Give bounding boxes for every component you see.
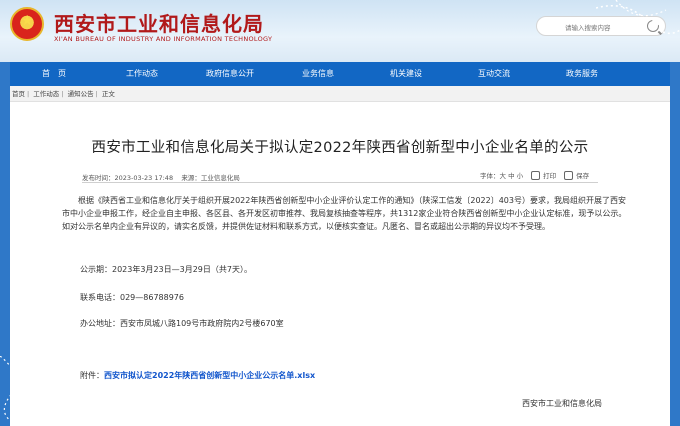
attachment-link[interactable]: 西安市拟认定2022年陕西省创新型中小企业公示名单.xlsx [104,371,315,380]
national-emblem-icon: ★ [10,7,44,41]
attachment: 附件：西安市拟认定2022年陕西省创新型中小企业公示名单.xlsx [80,370,315,381]
font-size-small[interactable]: 小 [517,172,524,180]
decorative-swirl-icon [596,0,680,35]
article-panel: 西安市工业和信息化局关于拟认定2022年陕西省创新型中小企业名单的公示 发布时间… [10,102,670,426]
nav-item-gov-info[interactable]: 政府信息公开 [186,62,274,86]
nav-item-work-news[interactable]: 工作动态 [98,62,186,86]
breadcrumb-work-news[interactable]: 工作动态 [33,90,59,98]
nav-item-services[interactable]: 政务服务 [538,62,626,86]
save-icon [564,170,574,180]
notice-period: 公示期：2023年3月23日—3月29日（共7天）。 [80,265,252,274]
breadcrumb-current: 正文 [101,90,115,98]
save-button[interactable]: 保存 [564,170,589,180]
nav-item-interaction[interactable]: 互动交流 [450,62,538,86]
attachment-label: 附件： [80,371,104,380]
print-button[interactable]: 打印 [531,170,556,180]
article-meta: 发布时间：2023-03-23 17:48 来源：工业信息化局 [82,172,240,182]
publish-time: 发布时间：2023-03-23 17:48 [82,174,174,182]
breadcrumb-notices[interactable]: 通知公告 [68,90,94,98]
font-size-controls: 字体：大 中 小 [480,170,523,180]
divider [82,182,598,183]
article-source: 来源：工业信息化局 [181,174,240,182]
contact-phone: 联系电话：029—86788976 [80,293,184,302]
breadcrumb: 首页 | 工作动态 | 通知公告 | 正文 [10,86,670,102]
main-nav: 首 页 工作动态 政府信息公开 业务信息 机关建设 互动交流 政务服务 [10,62,670,86]
site-header: ★ 西安市工业和信息化局 XI'AN BUREAU OF INDUSTRY AN… [0,0,680,62]
breadcrumb-home[interactable]: 首页 [12,90,25,98]
site-subtitle: XI'AN BUREAU OF INDUSTRY AND INFORMATION… [54,35,273,43]
signature: 西安市工业和信息化局 [522,399,602,408]
article-tools: 字体：大 中 小 打印 保存 [480,170,589,180]
article-title: 西安市工业和信息化局关于拟认定2022年陕西省创新型中小企业名单的公示 [91,140,589,156]
font-size-label: 字体： [480,172,500,180]
nav-item-org[interactable]: 机关建设 [362,62,450,86]
print-label: 打印 [543,172,557,180]
decorative-wave-icon [0,356,21,426]
save-label: 保存 [576,172,590,180]
nav-item-business[interactable]: 业务信息 [274,62,362,86]
office-address: 办公地址：西安市凤城八路109号市政府院内2号楼670室 [80,319,284,328]
site-title: 西安市工业和信息化局 [54,12,264,36]
font-size-medium[interactable]: 中 [508,172,515,180]
nav-item-home[interactable]: 首 页 [10,62,98,86]
print-icon [531,170,541,180]
font-size-large[interactable]: 大 [500,172,507,180]
article-body: 根据《陕西省工业和信息化厅关于组织开展2022年陕西省创新型中小企业评价认定工作… [62,196,627,232]
